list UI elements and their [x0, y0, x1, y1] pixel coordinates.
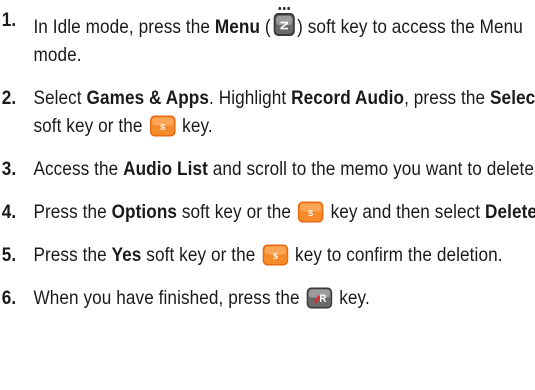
- step-5: 5. Press the Yes soft key or the s key to…: [0, 241, 535, 269]
- step-number: 4.: [1, 201, 17, 223]
- svg-text:s: s: [272, 251, 278, 263]
- bold-term: Delete.: [485, 201, 535, 223]
- bold-term: Yes: [111, 244, 142, 266]
- step-number: 6.: [1, 287, 17, 309]
- bold-term: Select: [490, 87, 535, 109]
- step-text: , press the: [404, 87, 491, 109]
- step-text: Press the: [33, 201, 112, 223]
- svg-text:s: s: [160, 122, 166, 134]
- menu-soft-key-icon: N: [272, 6, 295, 38]
- end-key-icon: R: [306, 287, 333, 309]
- step-4: 4. Press the Options soft key or the s ke…: [0, 198, 535, 226]
- bold-term: Games & Apps: [86, 87, 210, 109]
- ok-key-icon: s: [298, 201, 324, 223]
- step-text: . Highlight: [209, 87, 292, 109]
- step-text: Press the: [33, 244, 112, 266]
- step-text: In Idle mode, press the: [33, 16, 215, 38]
- bold-term: Options: [111, 201, 178, 223]
- ok-key-icon: s: [149, 115, 176, 137]
- bold-term: Menu: [214, 16, 261, 38]
- step-text: key.: [334, 287, 370, 309]
- step-text: soft key or the: [141, 244, 261, 266]
- step-3: 3. Access the Audio List and scroll to th…: [0, 155, 535, 183]
- step-number: 5.: [1, 244, 17, 266]
- svg-text:s: s: [308, 208, 314, 220]
- step-number: 1.: [1, 9, 17, 31]
- step-text: (: [260, 16, 271, 38]
- manual-page: { "steps": [ { "num": "1.", "parts": [ {…: [0, 0, 535, 390]
- instruction-steps: 1. In Idle mode, press the Menu (N) soft …: [0, 6, 535, 327]
- svg-text:R: R: [319, 294, 326, 306]
- bold-term: Audio List: [123, 158, 208, 180]
- step-text: key.: [177, 115, 213, 137]
- step-text: key and then select: [325, 201, 486, 223]
- step-1: 1. In Idle mode, press the Menu (N) soft …: [0, 6, 535, 69]
- step-6: 6. When you have finished, press the R ke…: [0, 284, 535, 312]
- ok-key-icon: s: [262, 244, 288, 266]
- step-text: Select: [33, 87, 87, 109]
- step-text: and scroll to the memo you want to delet…: [207, 158, 535, 180]
- step-text: Access the: [33, 158, 124, 180]
- step-number: 2.: [1, 87, 17, 109]
- step-number: 3.: [1, 158, 17, 180]
- svg-text:N: N: [278, 21, 291, 31]
- step-text: soft key or the: [33, 115, 148, 137]
- step-text: key to confirm the deletion.: [290, 244, 503, 266]
- step-2: 2. Select Games & Apps. Highlight Record …: [0, 84, 535, 140]
- step-text: When you have finished, press the: [33, 287, 305, 309]
- step-text: soft key or the: [177, 201, 296, 223]
- bold-term: Record Audio: [291, 87, 405, 109]
